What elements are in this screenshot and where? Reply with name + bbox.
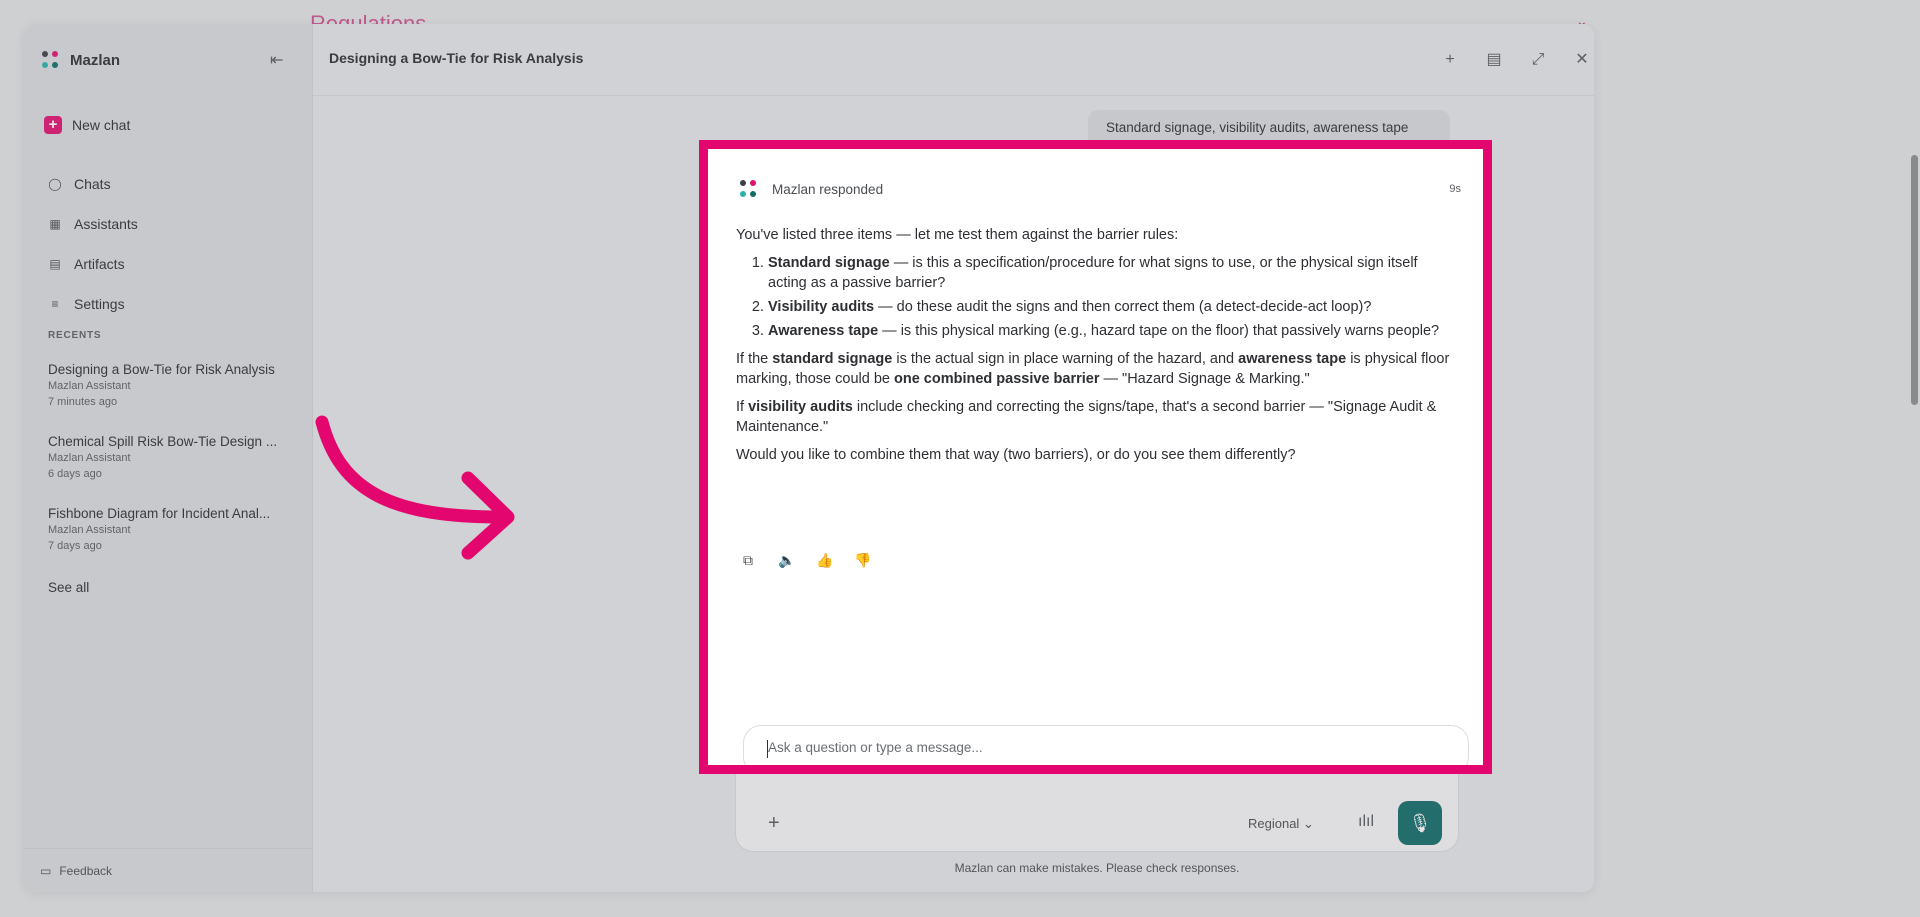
- text-run: is the actual sign in place warning of t…: [892, 351, 1239, 367]
- bold-run: standard signage: [772, 351, 893, 367]
- item-term: Standard signage: [768, 255, 890, 271]
- item-term: Visibility audits: [768, 299, 875, 315]
- thumbs-down-icon[interactable]: 👎: [854, 552, 871, 569]
- message-input-box[interactable]: [743, 725, 1469, 765]
- copy-icon[interactable]: ⧉: [740, 552, 756, 569]
- text-run: If: [736, 399, 749, 415]
- list-item: Visibility audits — do these audit the s…: [768, 297, 1456, 317]
- item-text: — is this physical marking (e.g., hazard…: [878, 323, 1440, 339]
- response-card: Mazlan responded 9s You've listed three …: [708, 149, 1483, 765]
- highlighted-response-card: Mazlan responded 9s You've listed three …: [699, 140, 1492, 774]
- item-text: — do these audit the signs and then corr…: [874, 299, 1372, 315]
- response-header: Mazlan responded: [738, 179, 883, 199]
- response-paragraph: If the standard signage is the actual si…: [736, 349, 1456, 389]
- response-intro: You've listed three items — let me test …: [736, 227, 1179, 243]
- speaker-icon[interactable]: 🔈: [778, 552, 795, 569]
- bold-run: awareness tape: [1238, 351, 1347, 367]
- mazlan-logo-icon: [738, 179, 758, 199]
- text-run: If the: [736, 351, 773, 367]
- response-duration: 9s: [1449, 183, 1461, 195]
- message-input[interactable]: [768, 740, 1368, 755]
- response-author: Mazlan responded: [772, 181, 884, 197]
- response-list: Standard signage — is this a specificati…: [768, 253, 1456, 341]
- list-item: Awareness tape — is this physical markin…: [768, 321, 1456, 341]
- response-paragraph: If visibility audits include checking an…: [736, 397, 1456, 437]
- thumbs-up-icon[interactable]: 👍: [816, 552, 833, 569]
- text-run: — "Hazard Signage & Marking.": [1099, 371, 1310, 387]
- response-question: Would you like to combine them that way …: [736, 447, 1296, 463]
- response-body: You've listed three items — let me test …: [736, 225, 1456, 473]
- bold-run: visibility audits: [748, 399, 853, 415]
- list-item: Standard signage — is this a specificati…: [768, 253, 1456, 293]
- annotation-arrow: [315, 415, 515, 560]
- response-actions: ⧉ 🔈 👍 👎: [740, 552, 871, 569]
- item-term: Awareness tape: [768, 323, 879, 339]
- bold-run: one combined passive barrier: [893, 371, 1100, 387]
